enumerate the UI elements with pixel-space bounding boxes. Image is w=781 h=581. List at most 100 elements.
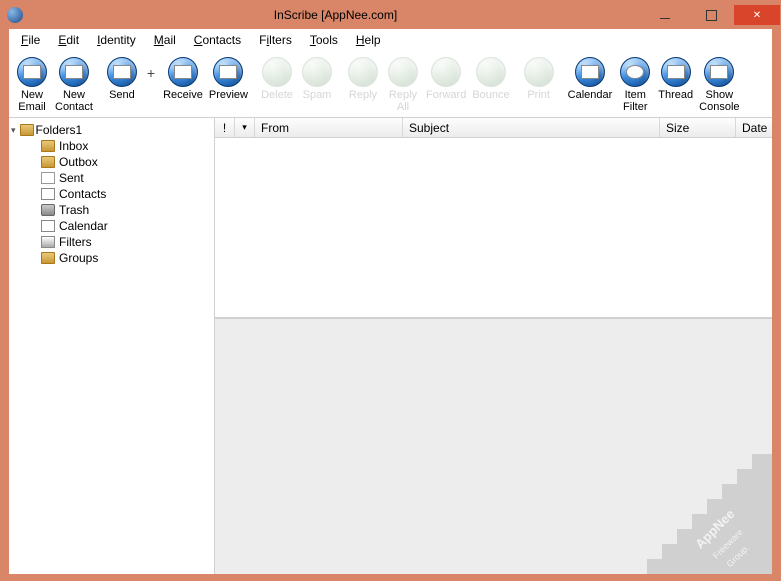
spam-button: Spam [298, 55, 336, 103]
tree-item-label: Sent [59, 171, 84, 185]
menu-identity[interactable]: Identity [89, 31, 144, 49]
preview-button[interactable]: Preview [207, 55, 250, 103]
col-date[interactable]: Date [736, 118, 772, 137]
item-filter-button[interactable]: Item Filter [616, 55, 654, 115]
send-dropdown-button[interactable]: + [143, 55, 159, 81]
tree-item-label: Outbox [59, 155, 98, 169]
watermark: AppNee Freeware Group. [622, 454, 772, 574]
tree-item-filters[interactable]: Filters [11, 234, 212, 250]
maximize-button[interactable] [688, 5, 734, 25]
thread-button[interactable]: Thread [656, 55, 695, 103]
calendar-icon [41, 220, 55, 232]
calendar-label: Calendar [568, 89, 613, 101]
col-size[interactable]: Size [660, 118, 736, 137]
reply-button: Reply [344, 55, 382, 103]
spam-icon [302, 57, 332, 87]
menu-edit[interactable]: Edit [50, 31, 87, 49]
bounce-label: Bounce [472, 89, 509, 101]
show-console-button[interactable]: Show Console [697, 55, 741, 115]
reply-label: Reply [349, 89, 377, 101]
thread-label: Thread [658, 89, 693, 101]
menu-tools[interactable]: Tools [302, 31, 346, 49]
print-label: Print [527, 89, 550, 101]
tree-item-groups[interactable]: Groups [11, 250, 212, 266]
tree-item-outbox[interactable]: Outbox [11, 154, 212, 170]
envelope-icon [17, 57, 47, 87]
menu-file[interactable]: File [13, 31, 48, 49]
bounce-icon [476, 57, 506, 87]
print-button: Print [520, 55, 558, 103]
menu-help[interactable]: Help [348, 31, 389, 49]
tree-item-inbox[interactable]: Inbox [11, 138, 212, 154]
menu-filters[interactable]: Filters [251, 31, 300, 49]
col-priority[interactable]: ! [215, 118, 235, 137]
expand-icon[interactable]: ▾ [11, 125, 16, 136]
send-label: Send [109, 89, 135, 101]
receive-button[interactable]: Receive [161, 55, 205, 103]
send-icon [107, 57, 137, 87]
tree-item-label: Groups [59, 251, 98, 265]
trash-icon [41, 204, 55, 216]
console-icon [704, 57, 734, 87]
window-title: InScribe [AppNee.com] [29, 8, 642, 22]
receive-icon [168, 57, 198, 87]
tree-item-calendar[interactable]: Calendar [11, 218, 212, 234]
col-subject[interactable]: Subject [403, 118, 660, 137]
reply-all-label: Reply All [389, 89, 417, 113]
reply-all-icon [388, 57, 418, 87]
toolbar: New Email New Contact Send + Receive Pre… [9, 51, 772, 117]
content-area: ▾ Folders1 Inbox Outbox Sent Contacts Tr… [9, 117, 772, 574]
bounce-button: Bounce [470, 55, 511, 103]
new-contact-label: New Contact [55, 89, 93, 113]
magnify-icon [620, 57, 650, 87]
tree-item-label: Trash [59, 203, 89, 217]
tree-item-contacts[interactable]: Contacts [11, 186, 212, 202]
calendar-button[interactable]: Calendar [566, 55, 615, 103]
tree-item-trash[interactable]: Trash [11, 202, 212, 218]
item-filter-label: Item Filter [623, 89, 647, 113]
receive-label: Receive [163, 89, 203, 101]
preview-icon [213, 57, 243, 87]
delete-label: Delete [261, 89, 293, 101]
forward-button: Forward [424, 55, 468, 103]
preview-pane: AppNee Freeware Group. [215, 318, 772, 574]
message-list-header: ! ▾ From Subject Size Date [215, 118, 772, 138]
forward-icon [431, 57, 461, 87]
menubar: File Edit Identity Mail Contacts Filters… [9, 29, 772, 51]
client-area: File Edit Identity Mail Contacts Filters… [9, 29, 772, 574]
message-list[interactable] [215, 138, 772, 318]
print-icon [524, 57, 554, 87]
main-area: ! ▾ From Subject Size Date [215, 118, 772, 574]
folder-tree: ▾ Folders1 Inbox Outbox Sent Contacts Tr… [9, 118, 215, 574]
tree-item-label: Contacts [59, 187, 106, 201]
tree-item-sent[interactable]: Sent [11, 170, 212, 186]
menu-mail[interactable]: Mail [146, 31, 184, 49]
minimize-button[interactable] [642, 5, 688, 25]
outbox-icon [41, 156, 55, 168]
sent-icon [41, 172, 55, 184]
filters-icon [41, 236, 55, 248]
new-contact-button[interactable]: New Contact [53, 55, 95, 115]
window-controls [642, 5, 780, 25]
forward-label: Forward [426, 89, 466, 101]
contacts-icon [41, 188, 55, 200]
tree-item-label: Filters [59, 235, 92, 249]
reply-all-button: Reply All [384, 55, 422, 115]
tree-item-label: Calendar [59, 219, 108, 233]
send-button[interactable]: Send [103, 55, 141, 103]
col-from[interactable]: From [255, 118, 403, 137]
tree-root[interactable]: ▾ Folders1 [11, 122, 212, 138]
spam-label: Spam [303, 89, 332, 101]
delete-button: Delete [258, 55, 296, 103]
calendar-icon [575, 57, 605, 87]
root-label: Folders1 [36, 123, 83, 137]
new-email-button[interactable]: New Email [13, 55, 51, 115]
col-flag[interactable]: ▾ [235, 118, 255, 137]
close-button[interactable] [734, 5, 780, 25]
root-folder-icon [20, 124, 34, 136]
preview-label: Preview [209, 89, 248, 101]
titlebar[interactable]: InScribe [AppNee.com] [1, 1, 780, 29]
thread-icon [661, 57, 691, 87]
menu-contacts[interactable]: Contacts [186, 31, 249, 49]
trash-icon [262, 57, 292, 87]
